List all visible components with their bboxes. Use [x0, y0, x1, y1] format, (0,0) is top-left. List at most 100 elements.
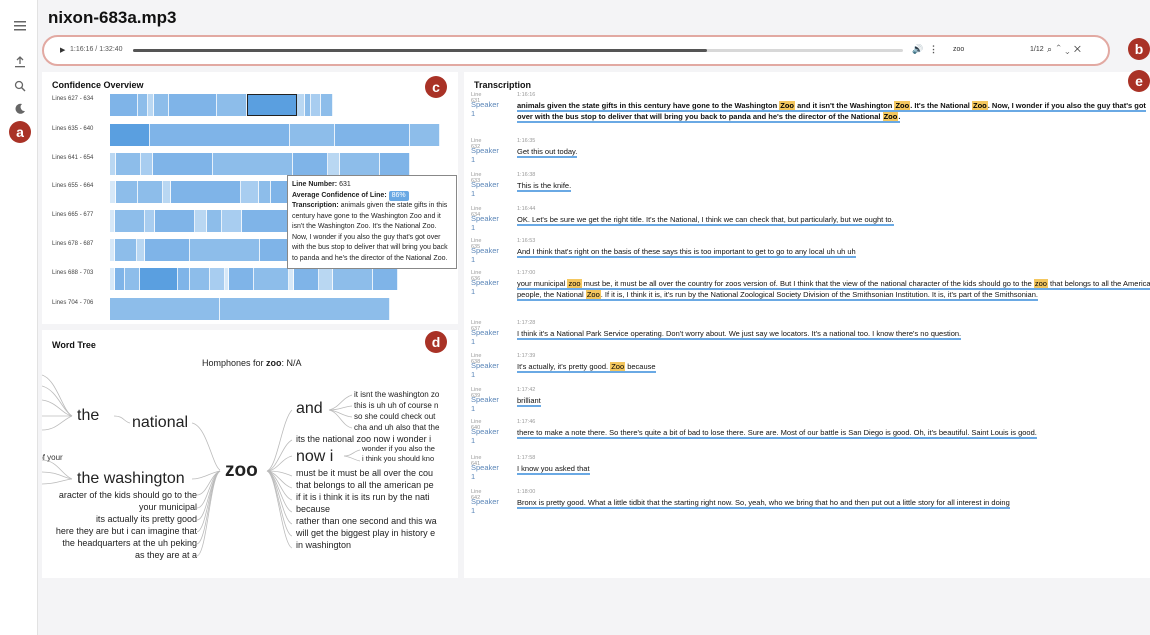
confidence-line-segment[interactable] — [333, 268, 373, 290]
tree-leaf: aracter of the kids should go to the — [58, 490, 197, 500]
confidence-line-segment[interactable] — [110, 298, 220, 320]
transcript-text[interactable]: Bronx is pretty good. What a little tidb… — [517, 497, 1150, 509]
transcript-text[interactable]: This is the knife. — [517, 180, 1150, 192]
confidence-line-segment[interactable] — [169, 94, 217, 116]
confidence-line-segment[interactable] — [110, 124, 150, 146]
search-nav-controls[interactable]: ⌕ ⌃ ⌄ ✕ — [1047, 44, 1082, 55]
speaker-label[interactable]: Speaker 1 — [471, 427, 499, 445]
confidence-line-segment[interactable] — [137, 239, 145, 261]
confidence-line-segment[interactable] — [171, 181, 241, 203]
confidence-line-segment[interactable] — [178, 268, 190, 290]
confidence-line-segment[interactable] — [319, 268, 333, 290]
tree-node-the[interactable]: the — [77, 407, 99, 425]
confidence-line-segment[interactable] — [190, 239, 260, 261]
search-icon[interactable] — [12, 78, 28, 94]
confidence-line-segment[interactable] — [340, 153, 380, 175]
tree-root-word[interactable]: zoo — [225, 460, 258, 482]
confidence-line-segment[interactable] — [380, 153, 410, 175]
confidence-line-segment[interactable] — [145, 210, 155, 232]
confidence-line-segment[interactable] — [115, 268, 125, 290]
confidence-line-segment[interactable] — [140, 268, 178, 290]
timestamp: 1:17:42 — [517, 387, 536, 393]
speaker-label[interactable]: Speaker 1 — [471, 246, 499, 264]
confidence-line-segment[interactable] — [116, 153, 141, 175]
tree-leaf: so she could check out — [354, 412, 436, 421]
confidence-line-segment[interactable] — [229, 268, 254, 290]
transcript-text[interactable]: OK. Let's be sure we get the right title… — [517, 214, 1150, 226]
confidence-line-segment[interactable] — [125, 268, 140, 290]
confidence-line-segment[interactable] — [153, 153, 213, 175]
tree-node-now-i[interactable]: now i — [296, 448, 333, 466]
speaker-label[interactable]: Speaker 1 — [471, 214, 499, 232]
confidence-line-segment[interactable] — [259, 181, 271, 203]
confidence-line-segment[interactable] — [220, 298, 390, 320]
confidence-line-segment[interactable] — [110, 94, 138, 116]
transcript-text[interactable]: And I think that's right on the basis of… — [517, 246, 1150, 258]
transcript-text[interactable]: there to make a note there. So there's q… — [517, 427, 1150, 439]
search-input[interactable]: zoo — [953, 46, 1023, 53]
confidence-line-segment[interactable] — [116, 181, 138, 203]
tree-node-national[interactable]: national — [132, 414, 188, 432]
upload-icon[interactable] — [12, 54, 28, 70]
speaker-label[interactable]: Speaker 1 — [471, 100, 499, 118]
confidence-line-segment[interactable] — [328, 153, 340, 175]
confidence-line-segment[interactable] — [321, 94, 333, 116]
confidence-line-segment[interactable] — [254, 268, 289, 290]
transcript-text[interactable]: I know you asked that — [517, 463, 1150, 475]
speaker-label[interactable]: Speaker 1 — [471, 146, 499, 164]
confidence-line-segment[interactable] — [145, 239, 190, 261]
transcript-segment: . It's the National — [910, 101, 972, 112]
transcript-text[interactable]: It's actually, it's pretty good. Zoo bec… — [517, 361, 1150, 373]
confidence-line-segment[interactable] — [163, 181, 171, 203]
confidence-line-segment[interactable] — [213, 153, 293, 175]
confidence-line-segment[interactable] — [210, 268, 225, 290]
menu-icon[interactable] — [12, 18, 28, 34]
confidence-line-segment[interactable] — [410, 124, 440, 146]
tree-node-the-washington[interactable]: the washington — [77, 470, 185, 488]
confidence-line-segment[interactable] — [247, 94, 297, 116]
confidence-line-segment[interactable] — [154, 94, 169, 116]
transcript-text[interactable]: Get this out today. — [517, 146, 1150, 158]
volume-icon[interactable]: 🔊 — [912, 44, 923, 55]
transcript-segment: must be, it must be all over the country… — [581, 279, 1034, 290]
confidence-line-segment[interactable] — [115, 239, 137, 261]
confidence-line-segment[interactable] — [155, 210, 195, 232]
confidence-line-segment[interactable] — [217, 94, 247, 116]
confidence-line-segment[interactable] — [335, 124, 410, 146]
confidence-line-segment[interactable] — [141, 153, 153, 175]
play-icon[interactable]: ▶ — [60, 46, 65, 54]
transcript-segment: brilliant — [517, 396, 541, 407]
confidence-line-segment[interactable] — [241, 181, 259, 203]
progress-track[interactable] — [133, 49, 903, 52]
speaker-label[interactable]: Speaker 1 — [471, 395, 499, 413]
confidence-line-segment[interactable] — [207, 210, 222, 232]
confidence-line-segment[interactable] — [150, 124, 290, 146]
speaker-label[interactable]: Speaker 1 — [471, 328, 499, 346]
confidence-line-segment[interactable] — [222, 210, 242, 232]
confidence-line-segment[interactable] — [311, 94, 321, 116]
confidence-line-segment[interactable] — [115, 210, 145, 232]
timestamp: 1:18:00 — [517, 489, 536, 495]
speaker-label[interactable]: Speaker 1 — [471, 361, 499, 379]
speaker-label[interactable]: Speaker 1 — [471, 497, 499, 515]
confidence-line-segment[interactable] — [294, 268, 319, 290]
confidence-line-segment[interactable] — [138, 94, 148, 116]
confidence-line-segment[interactable] — [190, 268, 210, 290]
transcript-text[interactable]: brilliant — [517, 395, 1150, 407]
tree-leaf: your municipal — [138, 502, 197, 512]
confidence-line-segment[interactable] — [297, 94, 305, 116]
more-options-icon[interactable]: ⋮ — [929, 44, 938, 55]
confidence-line-segment[interactable] — [290, 124, 335, 146]
transcript-text[interactable]: your municipal zoo must be, it must be a… — [517, 278, 1150, 301]
confidence-line-segment[interactable] — [293, 153, 328, 175]
confidence-line-segment[interactable] — [138, 181, 163, 203]
speaker-label[interactable]: Speaker 1 — [471, 463, 499, 481]
transcript-text[interactable]: I think it's a National Park Service ope… — [517, 328, 1150, 340]
speaker-label[interactable]: Speaker 1 — [471, 180, 499, 198]
speaker-label[interactable]: Speaker 1 — [471, 278, 499, 296]
confidence-line-segment[interactable] — [195, 210, 207, 232]
tree-node-and[interactable]: and — [296, 400, 323, 418]
moon-icon[interactable] — [12, 101, 28, 117]
confidence-line-segment[interactable] — [373, 268, 398, 290]
transcript-text[interactable]: animals given the state gifts in this ce… — [517, 100, 1150, 123]
